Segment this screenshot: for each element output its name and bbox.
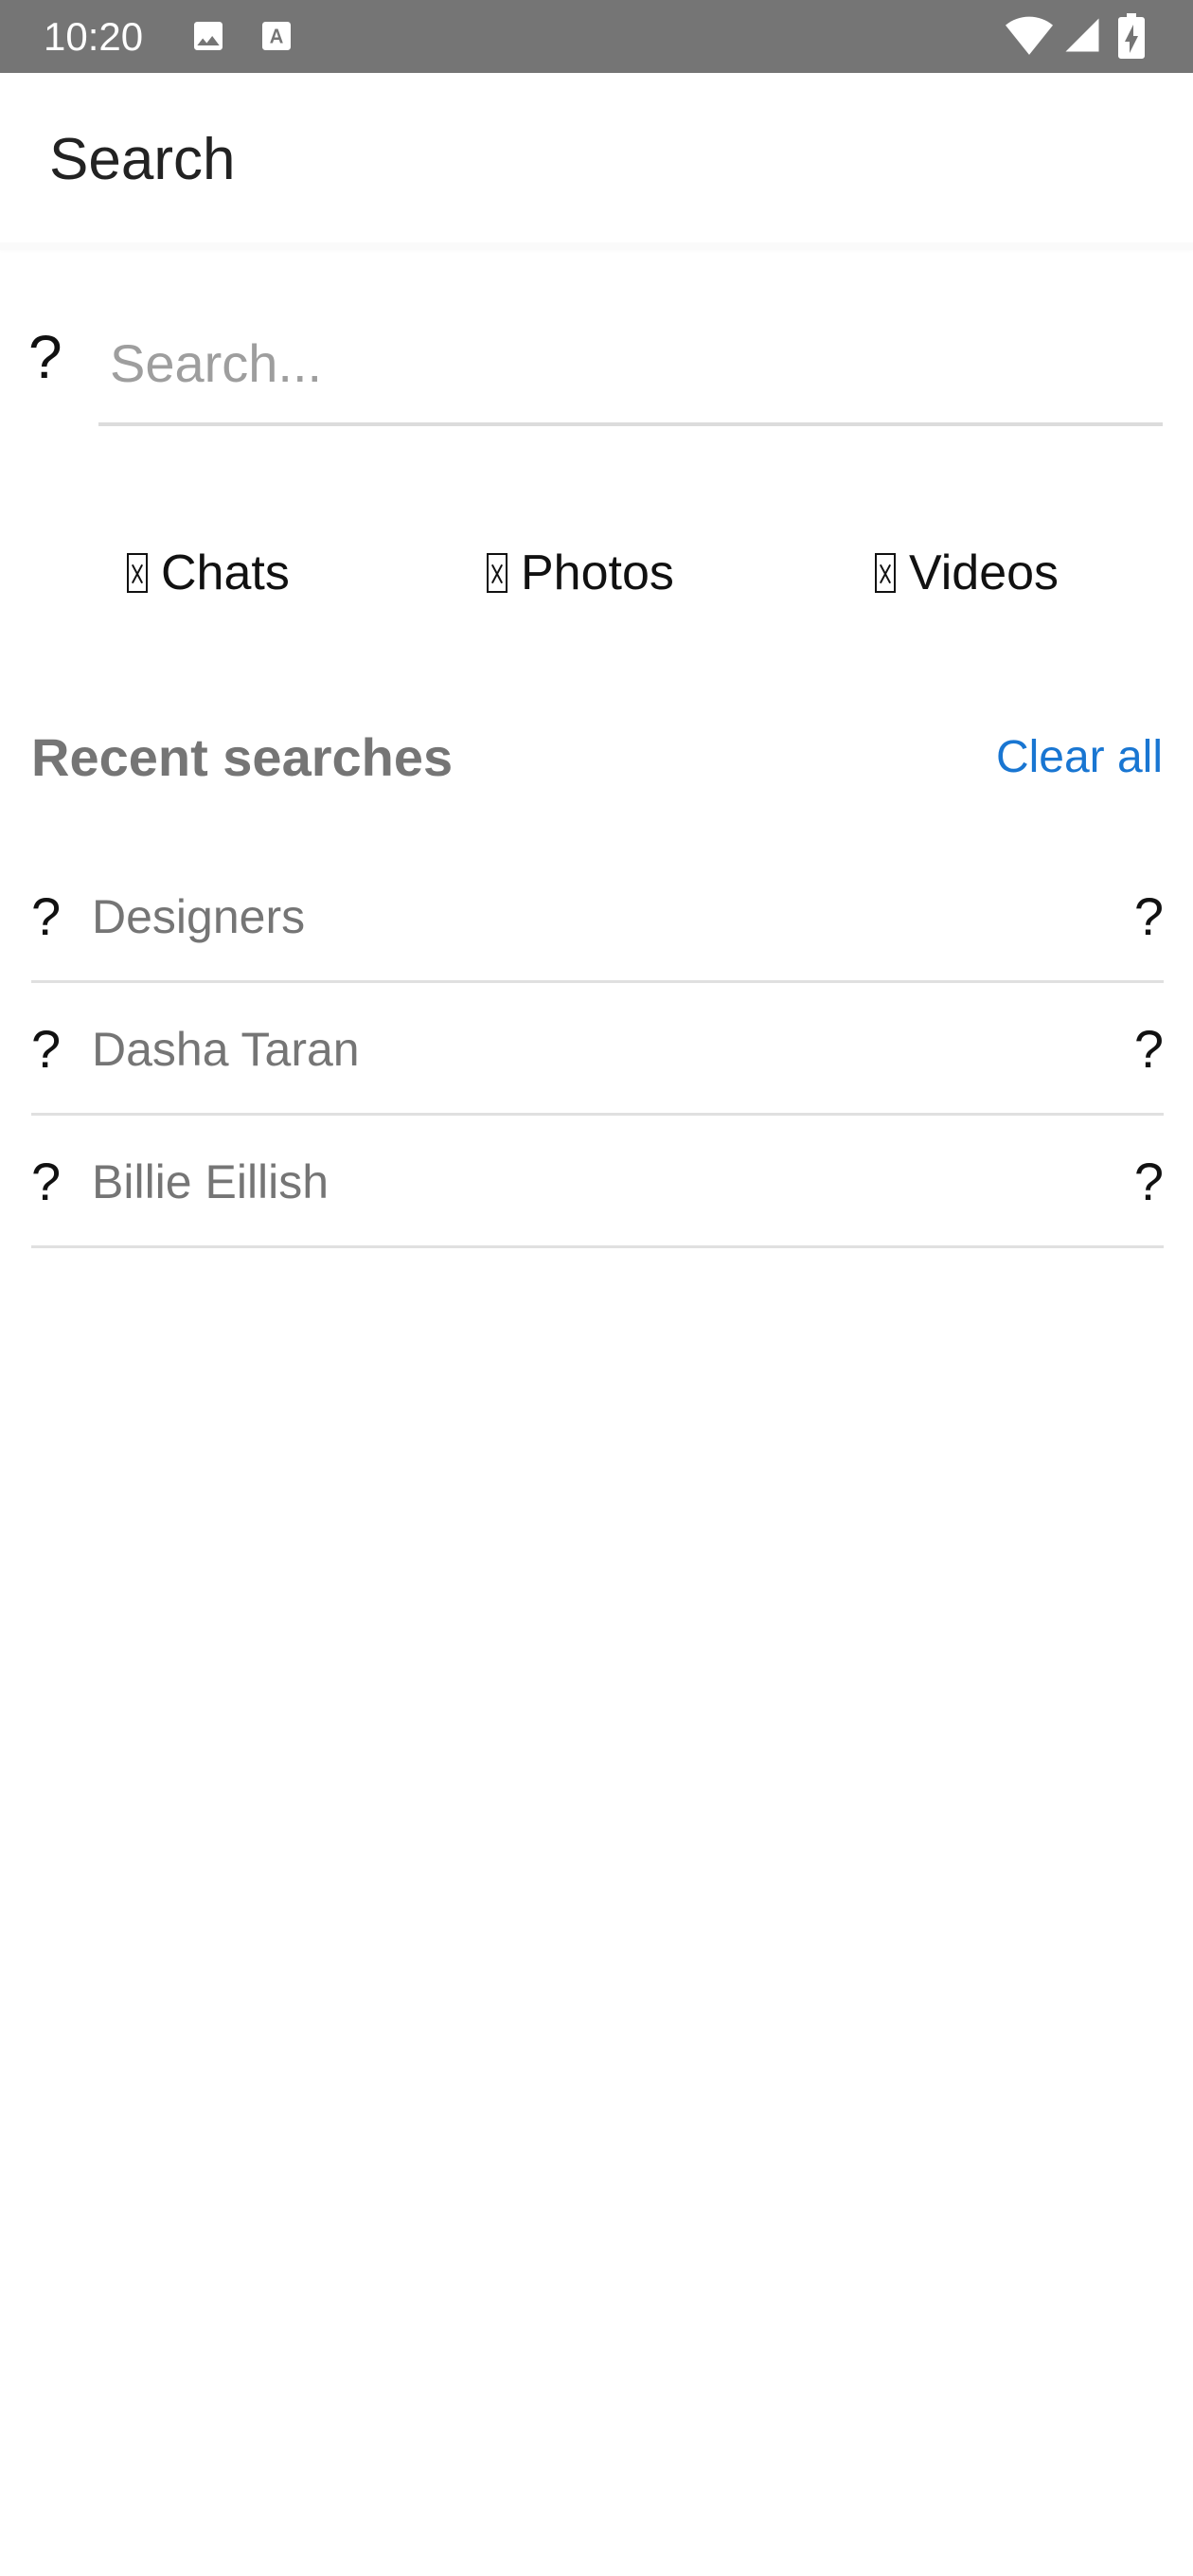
tab-label: Chats: [161, 546, 290, 600]
close-icon[interactable]: ?: [1134, 886, 1164, 947]
page-title: Search: [49, 127, 236, 192]
recent-searches-title: Recent searches: [31, 727, 454, 787]
battery-charging-icon: [1118, 13, 1145, 59]
font-icon: [262, 22, 291, 50]
list-item[interactable]: ? Billie Eillish ?: [31, 1116, 1164, 1248]
recent-search-label: Dasha Taran: [92, 1023, 360, 1076]
chat-icon: [127, 553, 148, 593]
app-bar-divider: [0, 242, 1193, 250]
tab-chats[interactable]: Chats: [127, 530, 290, 616]
search-category-tabs: Chats Photos Videos: [0, 530, 1193, 616]
recent-searches-header: Recent searches Clear all: [0, 720, 1193, 796]
signal-icon: [1065, 18, 1099, 52]
recent-search-label: Designers: [92, 890, 306, 943]
search-input[interactable]: [98, 303, 1163, 426]
search-icon: ?: [28, 323, 62, 391]
close-icon[interactable]: ?: [1134, 1019, 1164, 1080]
video-icon: [875, 553, 896, 593]
tab-label: Videos: [909, 546, 1059, 600]
list-item[interactable]: ? Dasha Taran ?: [31, 983, 1164, 1116]
tab-photos[interactable]: Photos: [487, 530, 674, 616]
photo-icon: [487, 553, 507, 593]
image-icon: [194, 22, 223, 50]
search-bar: ?: [0, 284, 1193, 436]
app-bar: Search: [0, 73, 1193, 248]
history-icon: ?: [31, 1152, 62, 1211]
history-icon: ?: [31, 886, 62, 946]
recent-searches-list: ? Designers ? ? Dasha Taran ? ? Billie E…: [31, 850, 1164, 1248]
tab-videos[interactable]: Videos: [875, 530, 1059, 616]
close-icon[interactable]: ?: [1134, 1152, 1164, 1212]
tab-label: Photos: [521, 546, 674, 600]
history-icon: ?: [31, 1019, 62, 1079]
recent-search-label: Billie Eillish: [92, 1155, 329, 1208]
wifi-icon: [1006, 16, 1053, 55]
list-item[interactable]: ? Designers ?: [31, 850, 1164, 983]
clear-all-button[interactable]: Clear all: [996, 720, 1163, 796]
status-bar: 10:20: [0, 0, 1193, 73]
status-time: 10:20: [44, 14, 144, 59]
